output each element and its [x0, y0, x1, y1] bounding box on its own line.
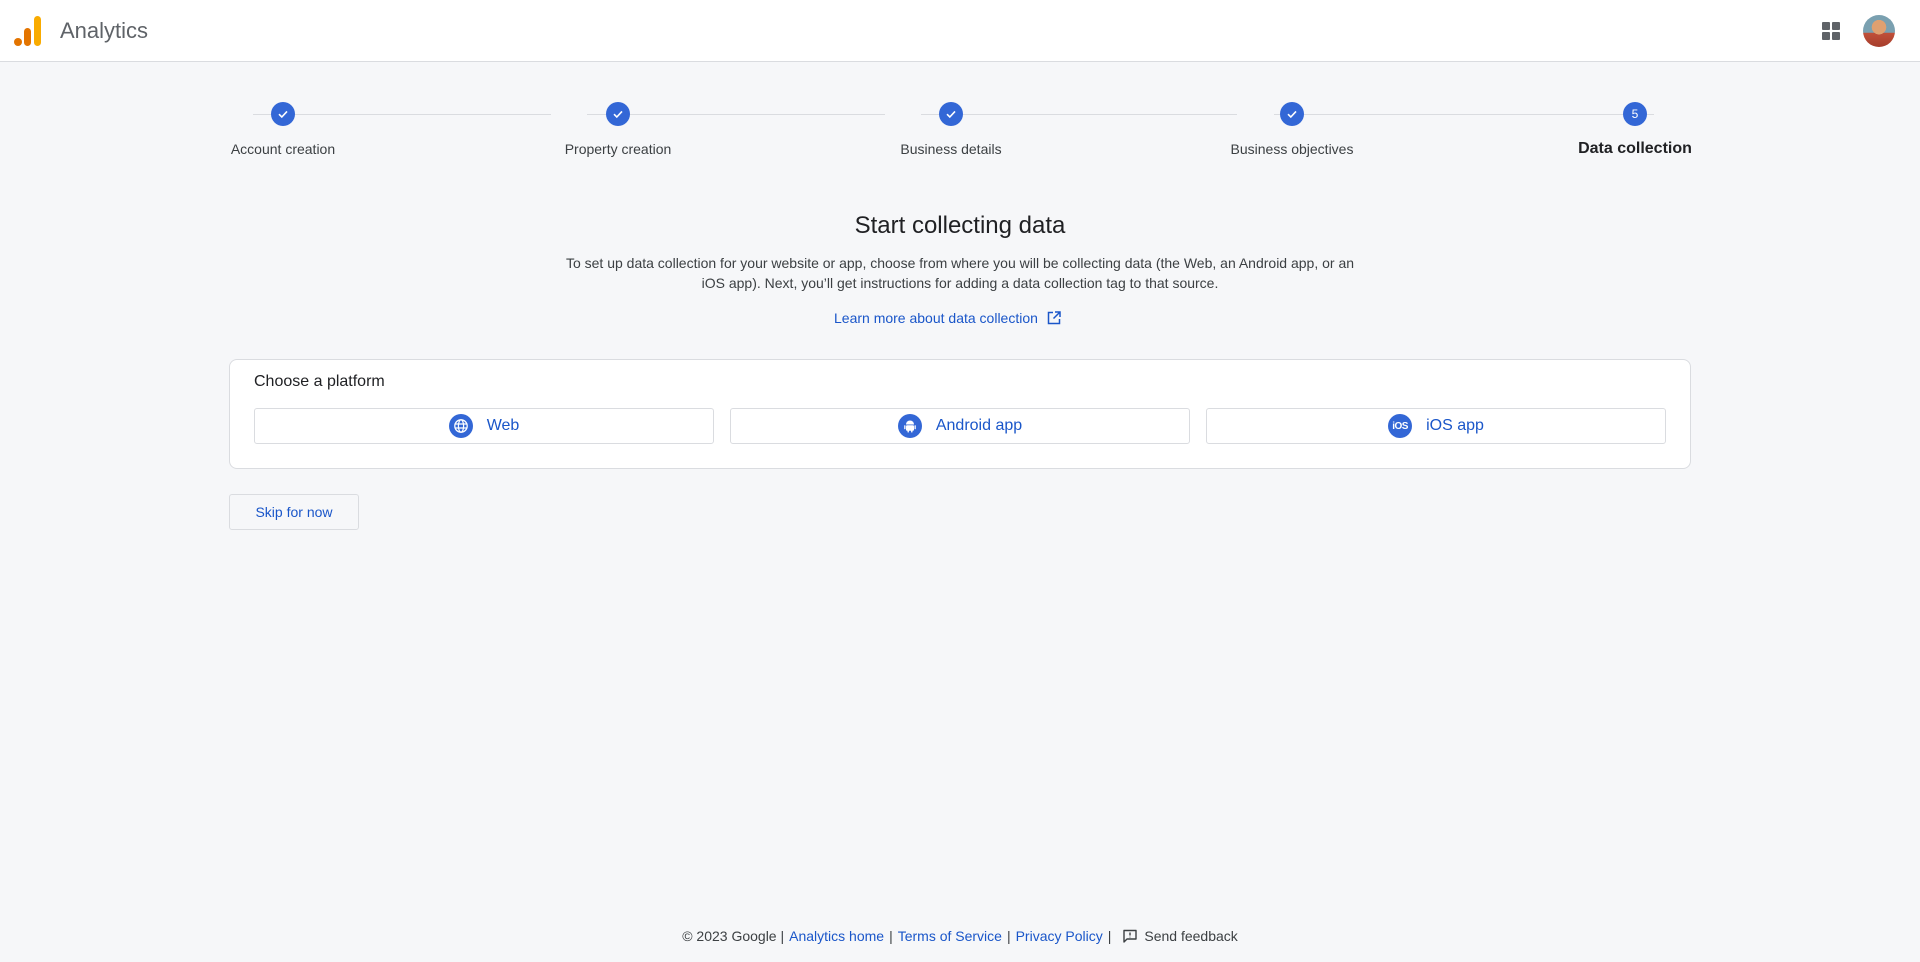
skip-for-now-button[interactable]: Skip for now [229, 494, 359, 530]
globe-icon [448, 414, 473, 438]
send-feedback-button[interactable]: Send feedback [1122, 928, 1238, 944]
setup-stepper: Account creation Property creation Busin… [229, 102, 1692, 162]
choose-platform-card: Choose a platform Web Android app iOS iO… [229, 359, 1691, 469]
google-apps-icon[interactable] [1822, 22, 1840, 40]
footer: © 2023 Google | Analytics home | Terms o… [0, 928, 1920, 944]
ios-icon: iOS [1388, 414, 1413, 438]
feedback-icon [1123, 929, 1138, 943]
ios-label: iOS app [1426, 417, 1484, 434]
step-label: Data collection [1578, 140, 1692, 157]
step-label: Business details [900, 141, 1002, 157]
page-description: To set up data collection for your websi… [565, 255, 1355, 291]
privacy-policy-link[interactable]: Privacy Policy [1016, 928, 1103, 944]
footer-separator: | [1107, 928, 1112, 944]
android-platform-button[interactable]: Android app [730, 408, 1190, 444]
step-data-collection: 5 Data collection [1515, 102, 1755, 158]
account-avatar[interactable] [1863, 15, 1895, 47]
footer-separator: | [1006, 928, 1011, 944]
step-business-details: Business details [831, 102, 1071, 157]
web-label: Web [486, 417, 520, 434]
learn-more-link[interactable]: Learn more about data collection [834, 310, 1062, 326]
step-label: Account creation [230, 141, 336, 157]
web-platform-button[interactable]: Web [254, 408, 714, 444]
copyright: © 2023 Google | [682, 928, 785, 944]
app-title: Analytics [60, 18, 149, 43]
open-in-new-icon [1047, 311, 1061, 325]
android-icon [897, 414, 922, 438]
analytics-home-link[interactable]: Analytics home [789, 928, 884, 944]
check-icon [939, 102, 963, 126]
check-icon [1280, 102, 1304, 126]
footer-separator: | [889, 928, 893, 944]
send-feedback-label: Send feedback [1144, 928, 1238, 944]
learn-more-label: Learn more about data collection [834, 310, 1038, 326]
step-property-creation: Property creation [498, 102, 738, 157]
check-icon [271, 102, 295, 126]
check-icon [606, 102, 630, 126]
analytics-logo-icon[interactable] [14, 16, 42, 46]
step-account-creation: Account creation [163, 102, 403, 157]
step-label: Business objectives [1230, 141, 1354, 157]
ios-platform-button[interactable]: iOS iOS app [1206, 408, 1666, 444]
step-label: Property creation [564, 141, 672, 157]
top-app-bar: Analytics [0, 0, 1920, 62]
step-business-objectives: Business objectives [1172, 102, 1412, 157]
android-label: Android app [935, 417, 1023, 434]
terms-of-service-link[interactable]: Terms of Service [898, 928, 1002, 944]
step-number: 5 [1623, 102, 1647, 126]
card-heading: Choose a platform [254, 373, 385, 390]
page-title: Start collecting data [854, 212, 1066, 239]
